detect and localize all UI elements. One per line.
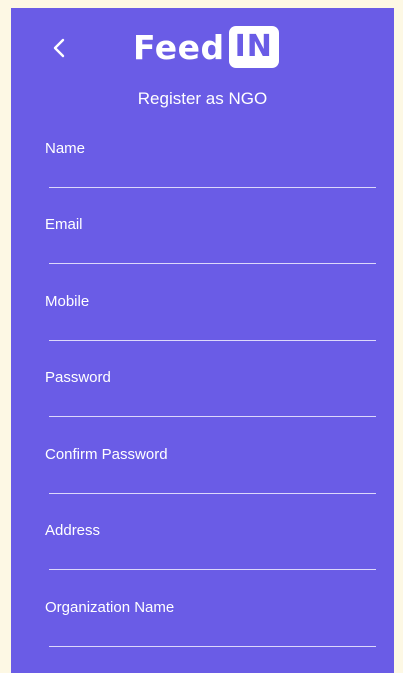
chevron-left-icon: [53, 38, 65, 58]
password-field: Password: [45, 369, 376, 429]
password-input[interactable]: [49, 389, 376, 417]
confirm-password-input[interactable]: [49, 466, 376, 494]
name-input[interactable]: [49, 160, 376, 188]
organization-name-label: Organization Name: [45, 599, 175, 616]
confirm-password-field: Confirm Password: [45, 446, 376, 506]
confirm-password-label: Confirm Password: [45, 446, 168, 463]
logo-text: Feed: [133, 27, 225, 67]
password-label: Password: [45, 369, 111, 386]
organization-name-input[interactable]: [49, 619, 376, 647]
email-field: Email: [45, 216, 376, 276]
mobile-input[interactable]: [49, 313, 376, 341]
logo-badge: IN: [228, 26, 279, 68]
address-label: Address: [45, 522, 101, 539]
mobile-label: Mobile: [45, 293, 90, 310]
email-input[interactable]: [49, 236, 376, 264]
back-button[interactable]: [45, 34, 73, 62]
address-input[interactable]: [49, 542, 376, 570]
page-title: Register as NGO: [137, 89, 268, 108]
mobile-field: Mobile: [45, 293, 376, 353]
register-screen: Feed IN Register as NGO Name Email Mobil…: [11, 8, 394, 673]
email-label: Email: [45, 216, 83, 233]
address-field: Address: [45, 522, 376, 582]
name-label: Name: [45, 140, 86, 157]
name-field: Name: [45, 140, 376, 200]
app-logo: Feed IN: [133, 24, 279, 70]
organization-name-field: Organization Name: [45, 599, 376, 659]
